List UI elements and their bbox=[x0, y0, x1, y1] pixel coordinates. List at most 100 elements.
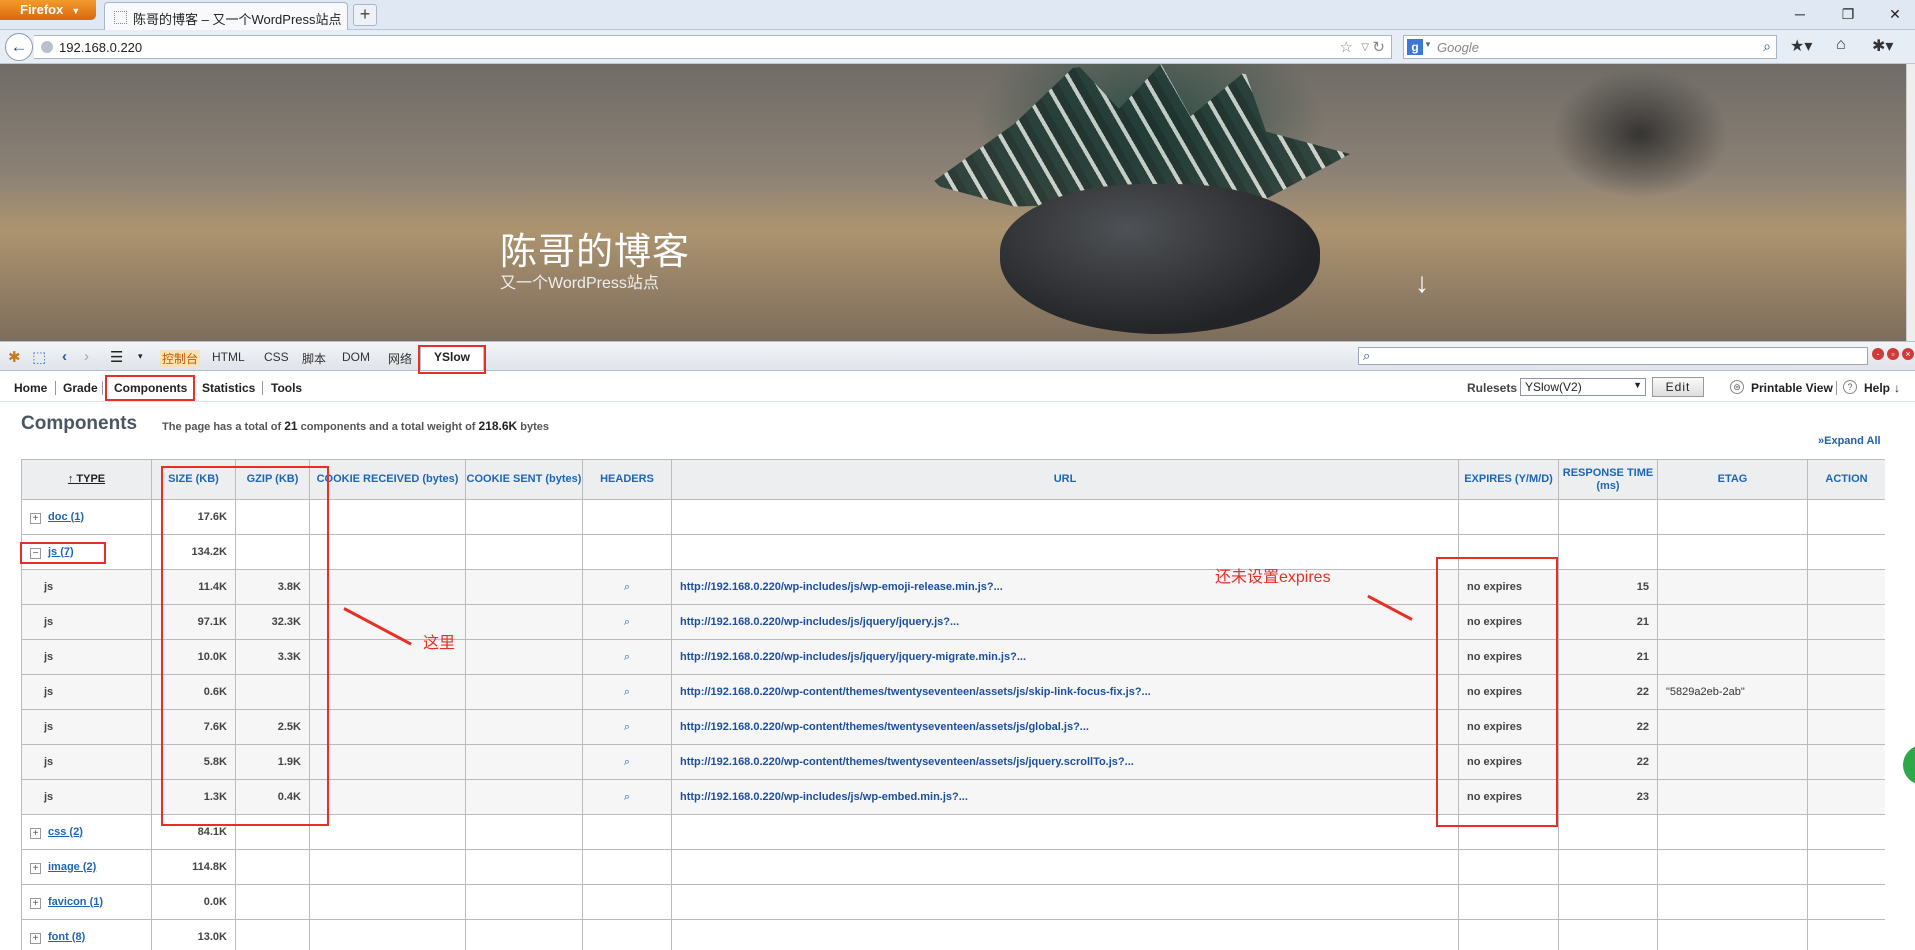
etag-cell bbox=[1657, 744, 1808, 780]
down-arrow-icon[interactable]: ↓ bbox=[1415, 267, 1429, 299]
tab-console[interactable]: 控制台 bbox=[160, 350, 201, 367]
response-time-cell: 15 bbox=[1558, 569, 1658, 605]
magnifier-icon[interactable]: ⌕ bbox=[624, 581, 630, 593]
history-dropdown-icon[interactable]: ▽ bbox=[1361, 42, 1369, 53]
column-header-etag[interactable]: ETAG bbox=[1657, 459, 1808, 500]
side-badge[interactable] bbox=[1903, 745, 1915, 785]
action-cell bbox=[1807, 709, 1885, 745]
tab-script[interactable]: 脚本 bbox=[302, 350, 326, 367]
cookie-received-cell bbox=[309, 779, 466, 815]
column-header-cookie-sent[interactable]: COOKIE SENT (bytes) bbox=[465, 459, 583, 500]
column-header-expires[interactable]: EXPIRES (Y/M/D) bbox=[1458, 459, 1559, 500]
home-icon[interactable]: ⌂ bbox=[1836, 36, 1846, 54]
help-icon[interactable]: ? bbox=[1843, 380, 1857, 394]
column-header-type[interactable]: ↑ TYPE bbox=[21, 459, 152, 500]
tab-html[interactable]: HTML bbox=[212, 350, 245, 364]
help-link[interactable]: Help bbox=[1864, 381, 1890, 395]
type-cell: + font (8) bbox=[21, 919, 152, 950]
url-link[interactable]: http://192.168.0.220/wp-includes/js/jque… bbox=[671, 639, 1459, 675]
minimize-button[interactable]: ─ bbox=[1785, 3, 1815, 25]
group-type-link[interactable]: doc (1) bbox=[48, 511, 84, 523]
action-cell bbox=[1807, 569, 1885, 605]
url-link[interactable]: http://192.168.0.220/wp-includes/js/wp-e… bbox=[671, 779, 1459, 815]
close-panel-icon[interactable]: × bbox=[1902, 348, 1914, 360]
magnifier-icon[interactable]: ⌕ bbox=[624, 651, 630, 663]
url-link[interactable]: http://192.168.0.220/wp-includes/js/jque… bbox=[671, 604, 1459, 640]
magnifier-icon[interactable]: ⌕ bbox=[624, 756, 630, 768]
search-placeholder: Google bbox=[1437, 40, 1479, 55]
column-header-response-time[interactable]: RESPONSE TIME (ms) bbox=[1558, 459, 1658, 500]
expand-all-link[interactable]: »Expand All bbox=[1818, 435, 1881, 447]
tab-dom[interactable]: DOM bbox=[342, 350, 370, 364]
group-type-link[interactable]: font (8) bbox=[48, 931, 85, 943]
menu-statistics[interactable]: Statistics bbox=[202, 381, 255, 395]
forward-icon[interactable]: › bbox=[84, 348, 89, 365]
expand-icon[interactable]: + bbox=[30, 862, 41, 874]
inspect-icon[interactable]: ⬚ bbox=[32, 348, 46, 366]
tab-net[interactable]: 网络 bbox=[388, 350, 412, 367]
url-link[interactable]: http://192.168.0.220/wp-content/themes/t… bbox=[671, 709, 1459, 745]
group-type-link[interactable]: favicon (1) bbox=[48, 896, 103, 908]
detach-panel-icon[interactable]: ▫ bbox=[1887, 348, 1899, 360]
site-title[interactable]: 陈哥的博客 bbox=[500, 221, 690, 275]
bookmarks-icon[interactable]: ★▾ bbox=[1790, 36, 1812, 56]
close-window-button[interactable]: ✕ bbox=[1880, 3, 1910, 25]
type-cell: js bbox=[21, 744, 152, 780]
menu-tools[interactable]: Tools bbox=[271, 381, 302, 395]
firefox-menu-button[interactable]: Firefox ▼ bbox=[0, 0, 96, 20]
column-header-url[interactable]: URL bbox=[671, 459, 1459, 500]
help-dropdown-icon[interactable]: ↓ bbox=[1894, 381, 1900, 395]
back-arrow-icon[interactable]: ← bbox=[5, 33, 33, 61]
empty-cell bbox=[235, 884, 310, 920]
address-bar[interactable]: 192.168.0.220 ☆ ▽ ↻ bbox=[34, 35, 1392, 59]
expand-icon[interactable]: + bbox=[30, 827, 41, 839]
expand-icon[interactable]: + bbox=[30, 932, 41, 944]
reload-icon[interactable]: ↻ bbox=[1372, 38, 1385, 56]
back-icon[interactable]: ‹ bbox=[62, 348, 67, 365]
globe-icon bbox=[41, 41, 53, 53]
printable-view-icon[interactable]: ⊜ bbox=[1730, 380, 1744, 394]
group-type-link[interactable]: image (2) bbox=[48, 861, 96, 873]
url-link[interactable]: http://192.168.0.220/wp-includes/js/wp-e… bbox=[671, 569, 1459, 605]
search-bar[interactable]: g ▼ Google ⌕ bbox=[1403, 35, 1777, 59]
menu-grade[interactable]: Grade bbox=[63, 381, 98, 395]
search-icon[interactable]: ⌕ bbox=[1763, 38, 1771, 55]
page-scrollbar[interactable] bbox=[1906, 64, 1915, 341]
expand-icon[interactable]: + bbox=[30, 512, 41, 524]
magnifier-icon[interactable]: ⌕ bbox=[624, 616, 630, 628]
column-header-cookie-received[interactable]: COOKIE RECEIVED (bytes) bbox=[309, 459, 466, 500]
empty-cell bbox=[671, 919, 1459, 950]
ruleset-value: YSlow(V2) bbox=[1525, 380, 1582, 394]
tab-css[interactable]: CSS bbox=[264, 350, 289, 364]
firefox-button-label: Firefox bbox=[20, 2, 64, 17]
menu-home[interactable]: Home bbox=[14, 381, 47, 395]
google-engine-icon[interactable]: g bbox=[1407, 39, 1423, 55]
cookie-sent-cell bbox=[465, 639, 583, 675]
firebug-icon[interactable]: ✱ bbox=[8, 348, 21, 366]
panel-dropdown-icon[interactable]: ▾ bbox=[138, 351, 143, 362]
empty-cell bbox=[582, 534, 672, 570]
restore-button[interactable]: ❐ bbox=[1833, 3, 1863, 25]
firebug-search-input[interactable]: ⌕ bbox=[1358, 347, 1868, 365]
firebug-addon-icon[interactable]: ✱▾ bbox=[1872, 36, 1893, 56]
column-header-headers[interactable]: HEADERS bbox=[582, 459, 672, 500]
edit-ruleset-button[interactable]: Edit bbox=[1652, 377, 1704, 397]
minimize-panel-icon[interactable]: - bbox=[1872, 348, 1884, 360]
engine-dropdown-icon[interactable]: ▼ bbox=[1424, 40, 1432, 49]
expand-icon[interactable]: + bbox=[30, 897, 41, 909]
printable-view-link[interactable]: Printable View bbox=[1751, 381, 1833, 395]
browser-tab[interactable]: 陈哥的博客 – 又一个WordPress站点 bbox=[104, 2, 348, 30]
magnifier-icon[interactable]: ⌕ bbox=[624, 721, 630, 733]
empty-cell bbox=[465, 884, 583, 920]
column-header-action[interactable]: ACTION bbox=[1807, 459, 1885, 500]
rulesets-select[interactable]: YSlow(V2) ▼ bbox=[1520, 378, 1646, 396]
size-cell: 13.0K bbox=[151, 919, 236, 950]
new-tab-button[interactable]: + bbox=[353, 4, 377, 26]
group-type-link[interactable]: css (2) bbox=[48, 826, 83, 838]
url-link[interactable]: http://192.168.0.220/wp-content/themes/t… bbox=[671, 674, 1459, 710]
magnifier-icon[interactable]: ⌕ bbox=[624, 686, 630, 698]
url-link[interactable]: http://192.168.0.220/wp-content/themes/t… bbox=[671, 744, 1459, 780]
star-icon[interactable]: ☆ bbox=[1340, 38, 1353, 56]
magnifier-icon[interactable]: ⌕ bbox=[624, 791, 630, 803]
panel-menu-icon[interactable]: ☰ bbox=[110, 348, 123, 366]
